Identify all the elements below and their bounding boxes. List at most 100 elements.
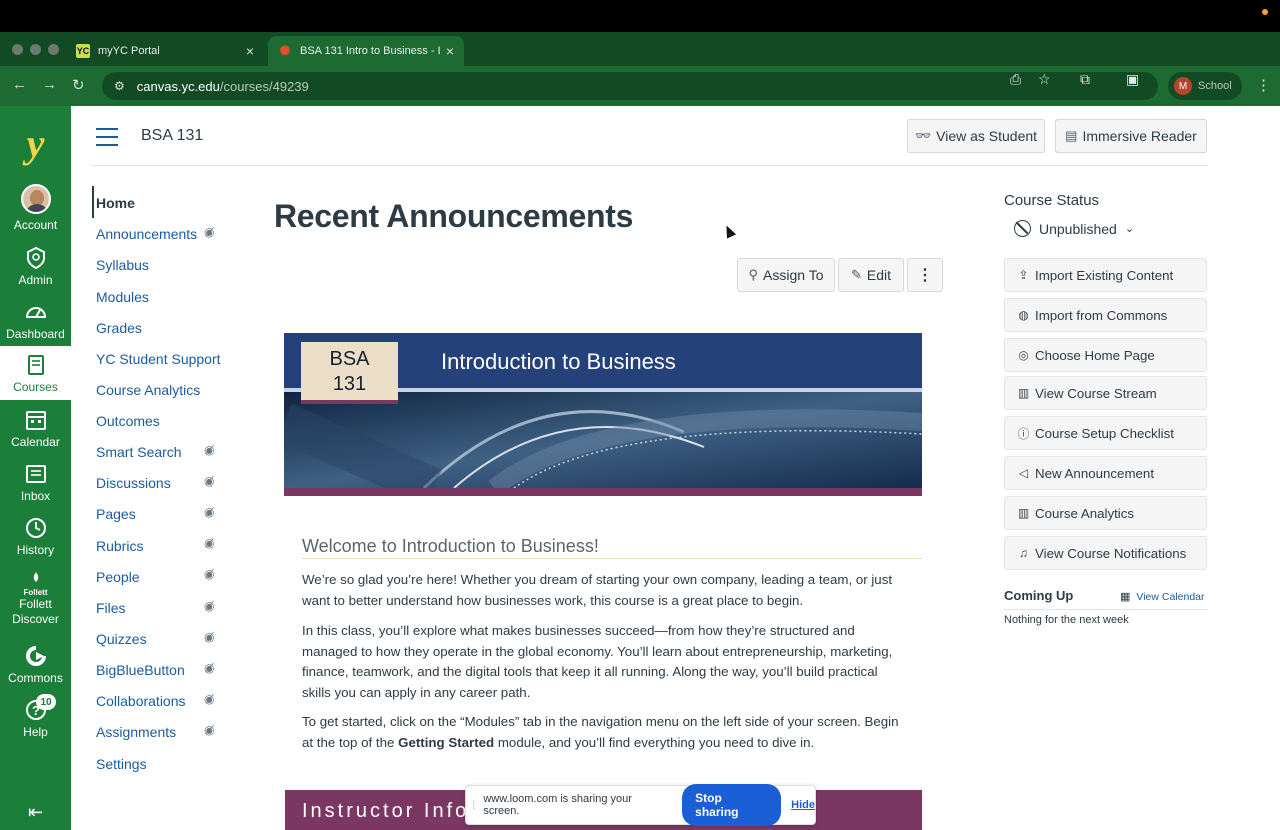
global-nav-help[interactable]: ? 10 Help [0, 694, 71, 739]
view-calendar-link[interactable]: ▦ View Calendar [1120, 590, 1205, 604]
global-nav-label: Account [13, 218, 58, 232]
coming-up-divider [1004, 609, 1207, 610]
text-span: module, and you’ll find everything you n… [494, 734, 815, 750]
global-nav-dashboard[interactable]: Dashboard [0, 300, 71, 341]
global-nav-calendar[interactable]: Calendar [0, 408, 71, 449]
global-nav-history[interactable]: History [0, 516, 71, 557]
global-nav-label: Help [23, 725, 48, 739]
assign-to-button[interactable]: ⚲ Assign To [737, 258, 835, 292]
coming-up-heading: Coming Up [1004, 588, 1074, 603]
collapse-nav-icon[interactable]: ⇤ [0, 802, 71, 823]
course-nav-outcomes[interactable]: Outcomes [96, 413, 160, 429]
hidden-eye-icon: ◉̸ [204, 630, 215, 644]
button-label: Immersive Reader [1082, 128, 1197, 144]
hidden-eye-icon: ◉̸ [204, 692, 215, 706]
browser-tab-myyc[interactable]: YC myYC Portal × [66, 36, 264, 66]
course-nav-files[interactable]: Files [96, 600, 126, 616]
course-nav-quizzes[interactable]: Quizzes [96, 631, 147, 647]
institution-logo[interactable]: y [0, 120, 71, 167]
course-nav-settings[interactable]: Settings [96, 756, 147, 772]
view-course-stream-button[interactable]: ▥ View Course Stream [1004, 376, 1207, 410]
back-arrow-icon[interactable]: ← [12, 76, 27, 93]
course-nav-home[interactable]: Home [96, 195, 135, 211]
button-label: View Course Notifications [1035, 545, 1187, 561]
tab-search-icon[interactable]: ▣ [1126, 71, 1139, 88]
browser-menu-icon[interactable]: ⋮ [1256, 76, 1271, 94]
url-text: canvas.yc.edu/courses/49239 [137, 79, 309, 94]
global-nav-label: Discover [12, 612, 59, 626]
hidden-eye-icon: ◉̸ [204, 599, 215, 613]
chart-icon: ▥ [1017, 506, 1030, 520]
extensions-icon[interactable]: ⧉ [1080, 71, 1090, 88]
window-zoom-dot[interactable] [48, 44, 59, 55]
user-avatar [20, 184, 51, 214]
browser-tab-canvas[interactable]: ✺ BSA 131 Intro to Business - Li × [268, 36, 464, 66]
tab-close-icon[interactable]: × [246, 43, 254, 59]
course-nav-grades[interactable]: Grades [96, 320, 142, 336]
import-existing-content-button[interactable]: ⇪ Import Existing Content [1004, 258, 1207, 292]
window-minimize-dot[interactable] [30, 44, 41, 55]
course-nav-announcements[interactable]: Announcements [96, 226, 197, 242]
hidden-eye-icon: ◉̸ [204, 536, 215, 550]
view-course-notifications-button[interactable]: ♫ View Course Notifications [1004, 536, 1207, 570]
course-nav-pages[interactable]: Pages [96, 506, 136, 522]
course-nav-yc-student-support[interactable]: YC Student Support [96, 351, 221, 367]
course-nav-smart-search[interactable]: Smart Search [96, 444, 182, 460]
drag-handle-icon[interactable]: ⁞ [472, 798, 475, 812]
megaphone-icon: ◁ [1018, 466, 1029, 480]
hidden-eye-icon: ◉̸ [204, 567, 215, 581]
forward-arrow-icon[interactable]: → [42, 76, 57, 93]
button-label: Course Analytics [1035, 505, 1135, 521]
global-nav-commons[interactable]: Commons [0, 644, 71, 685]
edit-button[interactable]: ✎ Edit [838, 258, 904, 292]
bookmark-star-icon[interactable]: ☆ [1038, 71, 1051, 88]
immersive-reader-button[interactable]: ▤ Immersive Reader [1055, 119, 1207, 153]
course-status-heading: Course Status [1004, 192, 1100, 209]
global-nav-admin[interactable]: Admin [0, 246, 71, 287]
course-setup-checklist-button[interactable]: ⓘ Course Setup Checklist [1004, 416, 1207, 450]
global-nav-label: Dashboard [6, 327, 65, 341]
course-nav-collaborations[interactable]: Collaborations [96, 693, 186, 709]
publish-status-menu[interactable]: Unpublished ⌄ [1014, 220, 1134, 237]
more-options-button[interactable]: ⋮ [907, 258, 943, 292]
browser-tab-strip: YC myYC Portal × ✺ BSA 131 Intro to Busi… [0, 32, 1280, 89]
course-menu-toggle[interactable] [96, 128, 118, 152]
global-nav-courses[interactable]: Courses [0, 346, 71, 400]
course-nav-assignments[interactable]: Assignments [96, 724, 176, 740]
link-label: View Calendar [1136, 590, 1205, 603]
global-nav-label: Commons [8, 671, 63, 685]
course-nav-bigbluebutton[interactable]: BigBlueButton [96, 662, 185, 678]
courses-book-icon [27, 355, 44, 375]
canvas-favicon-icon: ✺ [279, 43, 291, 58]
url-host: canvas.yc.edu [136, 78, 220, 94]
course-nav-rubrics[interactable]: Rubrics [96, 538, 143, 554]
view-as-student-button[interactable]: 👓 View as Student [907, 119, 1045, 153]
course-nav-course-analytics[interactable]: Course Analytics [96, 382, 200, 398]
stop-sharing-button[interactable]: Stop sharing [682, 784, 782, 826]
course-nav-syllabus[interactable]: Syllabus [96, 257, 149, 273]
import-from-commons-button[interactable]: ◍ Import from Commons [1004, 298, 1207, 332]
reload-icon[interactable]: ↻ [72, 76, 85, 94]
site-settings-icon[interactable]: ⚙ [114, 79, 125, 93]
choose-home-page-button[interactable]: ◎ Choose Home Page [1004, 338, 1207, 372]
window-close-dot[interactable] [12, 44, 23, 55]
intro-paragraph: We’re so glad you’re here! Whether you d… [302, 572, 893, 608]
course-nav-modules[interactable]: Modules [96, 289, 149, 305]
install-app-icon[interactable]: ⎙ [1010, 71, 1021, 88]
tab-close-icon[interactable]: × [446, 43, 454, 59]
breadcrumb-course[interactable]: BSA 131 [141, 127, 203, 145]
mouse-cursor [721, 223, 737, 239]
global-nav-inbox[interactable]: Inbox [0, 462, 71, 503]
course-nav-discussions[interactable]: Discussions [96, 475, 171, 491]
hide-share-bar-link[interactable]: Hide [791, 799, 815, 811]
course-analytics-button[interactable]: ▥ Course Analytics [1004, 496, 1207, 530]
glasses-icon: 👓 [914, 128, 932, 143]
address-bar[interactable]: ⚙ canvas.yc.edu/courses/49239 [102, 72, 1158, 100]
new-announcement-button[interactable]: ◁ New Announcement [1004, 456, 1207, 490]
profile-chip[interactable]: M School [1168, 72, 1242, 100]
global-nav-account[interactable]: Account [0, 184, 71, 232]
global-nav-follett-discover[interactable]: Follett Follett Discover [0, 570, 71, 627]
tab-title: BSA 131 Intro to Business - Li [300, 45, 440, 57]
course-nav-people[interactable]: People [96, 569, 140, 585]
follett-flame-icon [33, 572, 38, 582]
